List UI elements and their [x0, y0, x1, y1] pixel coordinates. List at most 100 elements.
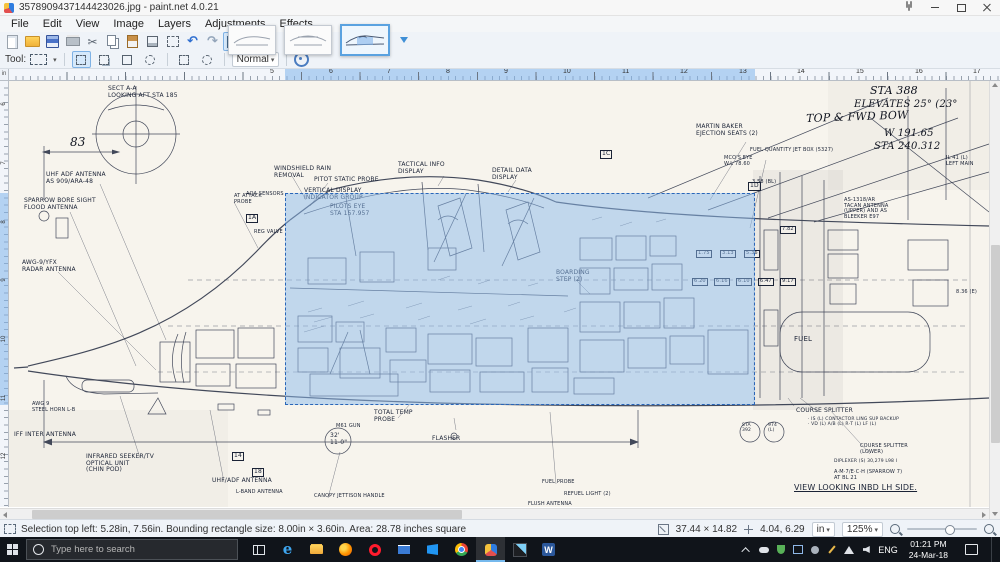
- volume-icon[interactable]: [861, 545, 871, 555]
- search-input[interactable]: [49, 543, 203, 556]
- blueprint-annotation: L-BAND ANTENNA: [236, 489, 283, 495]
- sampling-option-2-button[interactable]: [198, 51, 217, 68]
- status-right-group: 37.44 × 14.82 4.04, 6.29 in 125%: [657, 521, 1000, 537]
- blueprint-annotation: 8.36 (E): [956, 289, 977, 295]
- blueprint-annotation: MCO'S EYE W.L 78.60: [724, 155, 753, 167]
- scroll-up-icon[interactable]: [992, 83, 998, 87]
- network-icon[interactable]: [844, 545, 854, 555]
- zoom-dropdown[interactable]: 125%: [841, 521, 883, 537]
- ruler-tick-label: 8: [1, 220, 7, 224]
- new-file-icon[interactable]: [3, 32, 22, 51]
- show-desktop-button[interactable]: [991, 537, 996, 562]
- ruler-tick-label: 7: [1, 161, 7, 165]
- rectangle-select-tool-icon[interactable]: [30, 54, 48, 65]
- sampling-option-button[interactable]: [175, 51, 194, 68]
- horizontal-scroll-thumb[interactable]: [32, 510, 462, 519]
- start-button[interactable]: [0, 537, 24, 562]
- status-bar: Selection top left: 5.28in, 7.56in. Boun…: [0, 519, 1000, 538]
- open-icon[interactable]: [23, 32, 42, 51]
- scroll-left-icon[interactable]: [3, 512, 7, 518]
- code-icon[interactable]: [418, 537, 447, 562]
- blueprint-annotation: FUEL PROBE: [542, 479, 575, 485]
- paste-icon[interactable]: [123, 32, 142, 51]
- scroll-down-icon[interactable]: [992, 512, 998, 516]
- language-indicator[interactable]: ENG: [878, 545, 898, 555]
- canvas[interactable]: SECT A-A LOOKING AFT STA 185 83 STA 388 ELE…: [8, 80, 989, 507]
- close-button[interactable]: [974, 0, 1000, 15]
- action-center-icon[interactable]: [965, 544, 978, 555]
- menu-item-view[interactable]: View: [69, 17, 107, 31]
- crop-icon[interactable]: [143, 32, 162, 51]
- clock-date: 24-Mar-18: [908, 549, 948, 560]
- minimize-button[interactable]: [922, 0, 948, 15]
- ruler-tick-label: 11: [622, 68, 630, 75]
- menu-item-file[interactable]: File: [4, 17, 36, 31]
- shield-icon[interactable]: [776, 545, 786, 555]
- paintnet-icon[interactable]: [476, 537, 505, 562]
- photos-icon[interactable]: [505, 537, 534, 562]
- zoom-in-icon[interactable]: [984, 524, 994, 534]
- image-list-chevron-icon[interactable]: [400, 37, 408, 43]
- units-dropdown[interactable]: in: [811, 521, 835, 537]
- taskbar-clock[interactable]: 01:21 PM 24-Mar-18: [905, 539, 952, 560]
- blueprint-annotation: STA 240.312: [874, 141, 941, 152]
- edge-icon[interactable]: [273, 537, 302, 562]
- tool-dropdown-caret-icon[interactable]: [51, 54, 57, 65]
- vertical-scrollbar[interactable]: [989, 80, 1000, 519]
- cloud-icon[interactable]: [759, 545, 769, 555]
- selection-mode-add-button[interactable]: [95, 51, 114, 68]
- menu-item-edit[interactable]: Edit: [36, 17, 69, 31]
- menu-item-image[interactable]: Image: [106, 17, 151, 31]
- deselect-icon[interactable]: [163, 32, 182, 51]
- save-icon[interactable]: [43, 32, 62, 51]
- file-explorer-icon[interactable]: [302, 537, 331, 562]
- task-view-icon[interactable]: [244, 537, 273, 562]
- selection-mode-subtract-button[interactable]: [118, 51, 137, 68]
- cut-icon[interactable]: [83, 32, 102, 51]
- ruler-tick-label: 6: [1, 102, 7, 106]
- separator: [223, 53, 225, 66]
- selection-info-text: Selection top left: 5.28in, 7.56in. Boun…: [21, 523, 467, 535]
- undo-icon[interactable]: [183, 32, 202, 51]
- pin-icon[interactable]: [896, 0, 922, 15]
- menu-item-layers[interactable]: Layers: [151, 17, 198, 31]
- chrome-icon[interactable]: [447, 537, 476, 562]
- print-icon[interactable]: [63, 32, 82, 51]
- zoom-slider-knob[interactable]: [945, 525, 955, 535]
- horizontal-ruler: 5 6 7 8 9 10 11 12 13 14 15 16 17: [8, 68, 1000, 81]
- chevron-up-icon[interactable]: [742, 545, 752, 555]
- taskbar-apps: [244, 537, 563, 562]
- ruler-tick-label: 6: [329, 68, 333, 75]
- selection-overlay[interactable]: [285, 193, 755, 405]
- vertical-scroll-thumb[interactable]: [991, 245, 1000, 443]
- window-title: 3578909437144423026.jpg - paint.net 4.0.…: [19, 2, 219, 13]
- scroll-right-icon[interactable]: [982, 512, 986, 518]
- pen-icon[interactable]: [827, 545, 837, 555]
- blueprint-annotation: FUEL QUANTITY JET BOX (5327): [750, 147, 834, 153]
- display-icon[interactable]: [793, 545, 803, 555]
- usb-icon[interactable]: [810, 545, 820, 555]
- opera-icon[interactable]: [360, 537, 389, 562]
- blueprint-annotation: REFUEL LIGHT (2): [564, 491, 611, 497]
- copy-icon[interactable]: [103, 32, 122, 51]
- mail-icon[interactable]: [389, 537, 418, 562]
- taskbar-search[interactable]: [26, 539, 238, 560]
- word-icon[interactable]: [534, 537, 563, 562]
- image-size-text: 37.44 × 14.82: [675, 523, 738, 535]
- image-thumbnail[interactable]: [228, 25, 276, 55]
- image-thumbnail[interactable]: [284, 25, 332, 55]
- selection-mode-replace-button[interactable]: [71, 51, 91, 68]
- redo-icon[interactable]: [203, 32, 222, 51]
- firefox-icon[interactable]: [331, 537, 360, 562]
- zoom-caret-icon: [872, 524, 878, 535]
- blueprint-annotation: MARTIN BAKER EJECTION SEATS (2): [696, 123, 758, 137]
- blueprint-annotation: AS-1318/AR TACAN ANTENNA (UPPER) AND AS …: [844, 197, 889, 220]
- maximize-button[interactable]: [948, 0, 974, 15]
- zoom-out-icon[interactable]: [890, 524, 900, 534]
- zoom-slider[interactable]: [907, 525, 977, 535]
- selection-mode-intersect-button[interactable]: [141, 51, 160, 68]
- blueprint-annotation: COURSE SPLITTER: [796, 407, 853, 414]
- blueprint-annotation: · IS (L) CONTACTOR LING SUP BACKUP · VD …: [808, 417, 899, 427]
- image-thumbnail-active[interactable]: [340, 24, 390, 56]
- blueprint-annotation: DETAIL DATA DISPLAY: [492, 167, 532, 181]
